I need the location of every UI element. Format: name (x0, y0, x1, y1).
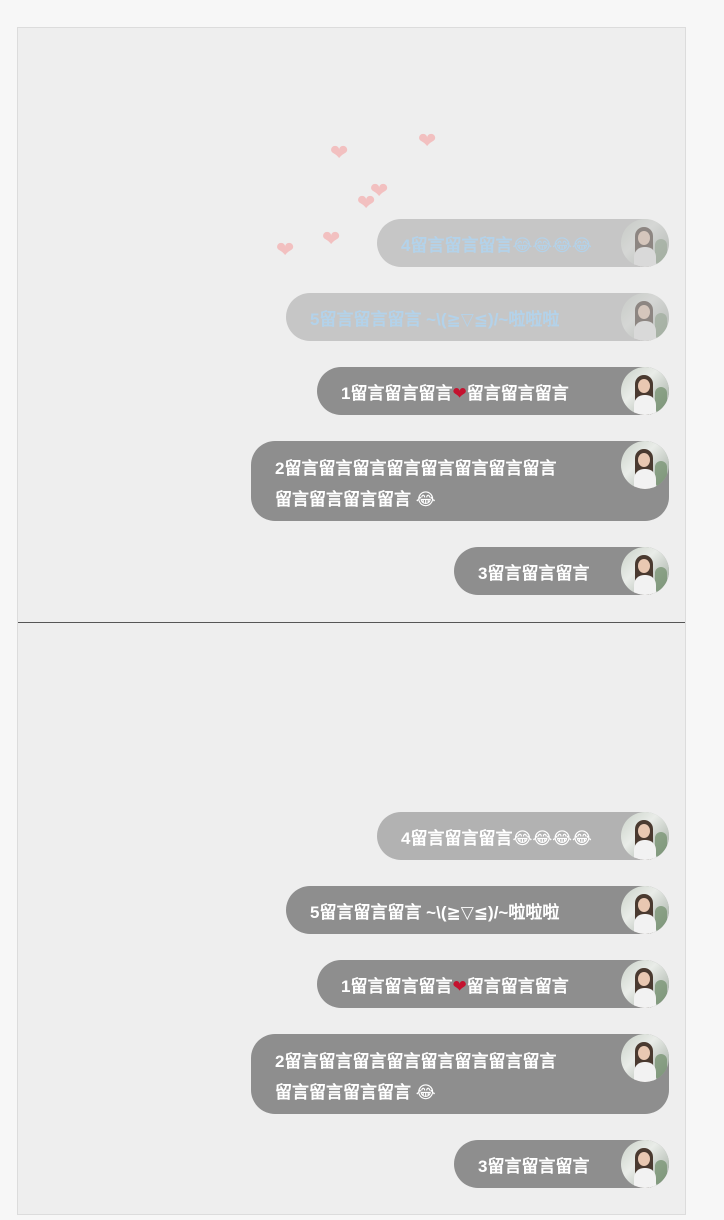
comment-text: 4留言留言留言😂😂😂😂 (401, 235, 592, 255)
comment-bubble-2[interactable]: 2留言留言留言留言留言留言留言留言 留言留言留言留言 😂 (251, 1034, 669, 1114)
comment-text: 1留言留言留言❤留言留言留言 (341, 379, 569, 404)
comment-line-2: 留言留言留言留言 😂 (275, 1083, 436, 1102)
avatar-icon (621, 1140, 669, 1188)
comment-bubble-3[interactable]: 3留言留言留言 (454, 547, 669, 595)
comment-stream-frame: ❤ ❤ ❤ ❤ ❤ ❤ ❤ 4留言留言留言😂😂😂😂 5留言留言留言 ~\(≧▽≦… (17, 27, 686, 1215)
comment-text: 4留言留言留言😂😂😂😂 (401, 828, 592, 848)
floating-heart-icon: ❤ (322, 226, 341, 251)
avatar-icon (621, 219, 669, 267)
heart-icon: ❤ (452, 383, 467, 403)
comment-text: 5留言留言留言 ~\(≧▽≦)/~啦啦啦 (310, 902, 560, 922)
floating-heart-icon: ❤ (330, 140, 349, 165)
avatar-icon (621, 547, 669, 595)
avatar-icon (621, 960, 669, 1008)
avatar-icon (621, 441, 669, 489)
comment-bubble-1[interactable]: 1留言留言留言❤留言留言留言 (317, 367, 669, 415)
comment-panel-top: ❤ ❤ ❤ ❤ ❤ ❤ ❤ 4留言留言留言😂😂😂😂 5留言留言留言 ~\(≧▽≦… (18, 28, 685, 622)
comment-line-2: 留言留言留言留言 😂 (275, 490, 436, 509)
avatar-icon (621, 886, 669, 934)
comment-bubble-2[interactable]: 2留言留言留言留言留言留言留言留言 留言留言留言留言 😂 (251, 441, 669, 521)
comment-text-part: 1留言留言留言 (341, 383, 453, 403)
comment-text-part: 1留言留言留言 (341, 976, 453, 996)
avatar-icon (621, 1034, 669, 1082)
comment-text-part: 留言留言留言 (466, 383, 569, 403)
floating-heart-icon: ❤ (276, 237, 295, 262)
comment-text: 5留言留言留言 ~\(≧▽≦)/~啦啦啦 (310, 309, 560, 329)
comment-text: 3留言留言留言 (478, 563, 590, 583)
comment-line-1: 2留言留言留言留言留言留言留言留言 (275, 1052, 557, 1071)
comment-text: 2留言留言留言留言留言留言留言留言 留言留言留言留言 😂 (275, 453, 556, 515)
comment-bubble-1[interactable]: 1留言留言留言❤留言留言留言 (317, 960, 669, 1008)
avatar-icon (621, 812, 669, 860)
avatar-icon (621, 367, 669, 415)
comment-text-part: 留言留言留言 (466, 976, 569, 996)
floating-heart-icon: ❤ (418, 128, 437, 153)
comment-text: 1留言留言留言❤留言留言留言 (341, 972, 569, 997)
comment-bubble-4[interactable]: 4留言留言留言😂😂😂😂 (377, 812, 669, 860)
comment-bubble-4[interactable]: 4留言留言留言😂😂😂😂 (377, 219, 669, 267)
comment-text: 2留言留言留言留言留言留言留言留言 留言留言留言留言 😂 (275, 1046, 556, 1108)
comment-text: 3留言留言留言 (478, 1156, 590, 1176)
comment-bubble-5[interactable]: 5留言留言留言 ~\(≧▽≦)/~啦啦啦 (286, 886, 669, 934)
comment-bubble-5[interactable]: 5留言留言留言 ~\(≧▽≦)/~啦啦啦 (286, 293, 669, 341)
comment-bubble-3[interactable]: 3留言留言留言 (454, 1140, 669, 1188)
comment-line-1: 2留言留言留言留言留言留言留言留言 (275, 459, 557, 478)
heart-icon: ❤ (452, 976, 467, 996)
floating-heart-icon: ❤ (357, 190, 376, 215)
avatar-icon (621, 293, 669, 341)
comment-panel-bottom: 4留言留言留言😂😂😂😂 5留言留言留言 ~\(≧▽≦)/~啦啦啦 1留言留言留言… (18, 623, 685, 1215)
